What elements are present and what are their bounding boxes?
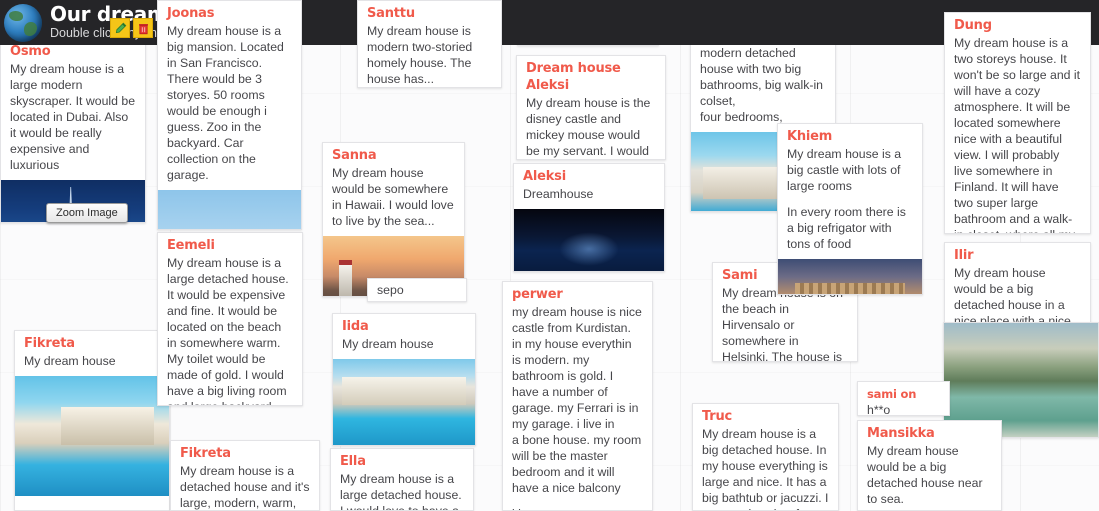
note-title: Fikreta [24,336,75,351]
note-body: My dream house is on the beach in Hirven… [722,285,843,362]
note-body: My dream house is the disney castle and … [526,95,651,158]
note-title: perwer [512,287,563,302]
note-body-2: i have a coast [503,503,652,510]
note-dung[interactable]: Dung My dream house is a two storeys hou… [944,12,1091,234]
note-khiem[interactable]: Khiem My dream house is a big castle wit… [777,123,923,295]
disney-castle-night-image[interactable] [514,208,664,271]
note-santtu[interactable]: Santtu My dream house is modern two-stor… [357,0,502,88]
globe-icon [4,3,42,42]
note-title: Aleksi [523,169,566,184]
note-body: Dreamhouse [523,186,594,201]
note-truc[interactable]: Truc My dream house is a big detached ho… [692,403,839,511]
note-body: My dream house is modern two-storied hom… [367,23,473,86]
note-title: Joonas [167,6,215,21]
note-title: Santtu [367,6,415,21]
note-body-2: In every room there is a big refrigator … [787,204,906,251]
note-body: my dream house is nice castle from Kurdi… [512,304,642,495]
note-body: My dream house is a big castle with lots… [787,146,902,193]
note-iida[interactable]: Iida My dream house [332,313,476,446]
note-fikreta-2[interactable]: Fikreta My dream house is a detached hou… [170,440,320,511]
note-title: Truc [702,409,733,424]
beach-lagoon-villa-image[interactable] [15,375,169,496]
note-mansikka[interactable]: Mansikka My dream house would be a big d… [857,420,1002,511]
chateau-sunset-image[interactable] [778,258,922,294]
note-body: My dream house [24,353,116,368]
note-title: Khiem [787,129,833,144]
note-body: h**o [867,402,891,416]
note-title: Ilir [954,248,974,263]
note-body: My dream house is a large modern skyscra… [10,61,136,172]
note-fikreta-1[interactable]: Fikreta My dream house [14,330,170,511]
zoom-image-button[interactable]: Zoom Image [46,203,128,223]
note-perwer[interactable]: perwer my dream house is nice castle fro… [502,281,653,511]
note-sepo[interactable]: sepo [367,278,467,302]
note-eemeli[interactable]: Eemeli My dream house is a large detache… [157,232,303,406]
note-aleksi[interactable]: Aleksi Dreamhouse [513,163,665,272]
note-ella[interactable]: Ella My dream house is a large detached … [330,448,474,511]
note-body: My dream house is a detached house and i… [180,463,310,510]
note-dream-house-aleksi[interactable]: Dream house Aleksi My dream house is the… [516,55,666,160]
palm-villa-pool-image[interactable] [333,358,475,445]
note-title: Iida [342,319,369,334]
note-body: My dream house is a modern detached hous… [700,30,824,124]
note-title: Eemeli [167,238,215,253]
note-action-toolbar[interactable] [110,18,153,38]
note-title: Ella [340,454,366,469]
modern-wood-house-image[interactable] [158,189,301,229]
note-title: Sanna [332,148,377,163]
note-sanna[interactable]: Sanna My dream house would be somewhere … [322,142,465,297]
note-title: Fikreta [180,446,231,461]
note-sami-on[interactable]: sami on h**o [857,381,950,416]
pencil-icon[interactable] [110,18,130,38]
note-body: My dream house is a big mansion. Located… [167,23,284,182]
note-body: My dream house would be somewhere in Haw… [332,165,454,228]
note-title: Mansikka [867,426,935,441]
note-body: My dream house is a large detached house… [340,471,462,511]
note-title: Dung [954,18,992,33]
note-body: My dream house is a two storeys house. I… [954,35,1081,233]
note-body: My dream house is a big detached house. … [702,426,829,510]
note-title: Dream house Aleksi [526,61,621,93]
note-title: sepo [377,283,404,297]
note-title: sami on [867,387,917,401]
note-body: My dream house [342,336,434,351]
note-joonas[interactable]: Joonas My dream house is a big mansion. … [157,0,302,230]
trash-icon[interactable] [133,18,153,38]
note-body: My dream house is a large detached house… [167,255,289,405]
note-body: My dream house would be a big detached h… [867,443,983,506]
note-osmo[interactable]: Osmo My dream house is a large modern sk… [0,38,146,223]
padlet-board[interactable]: Osmo My dream house is a large modern sk… [0,0,1099,511]
